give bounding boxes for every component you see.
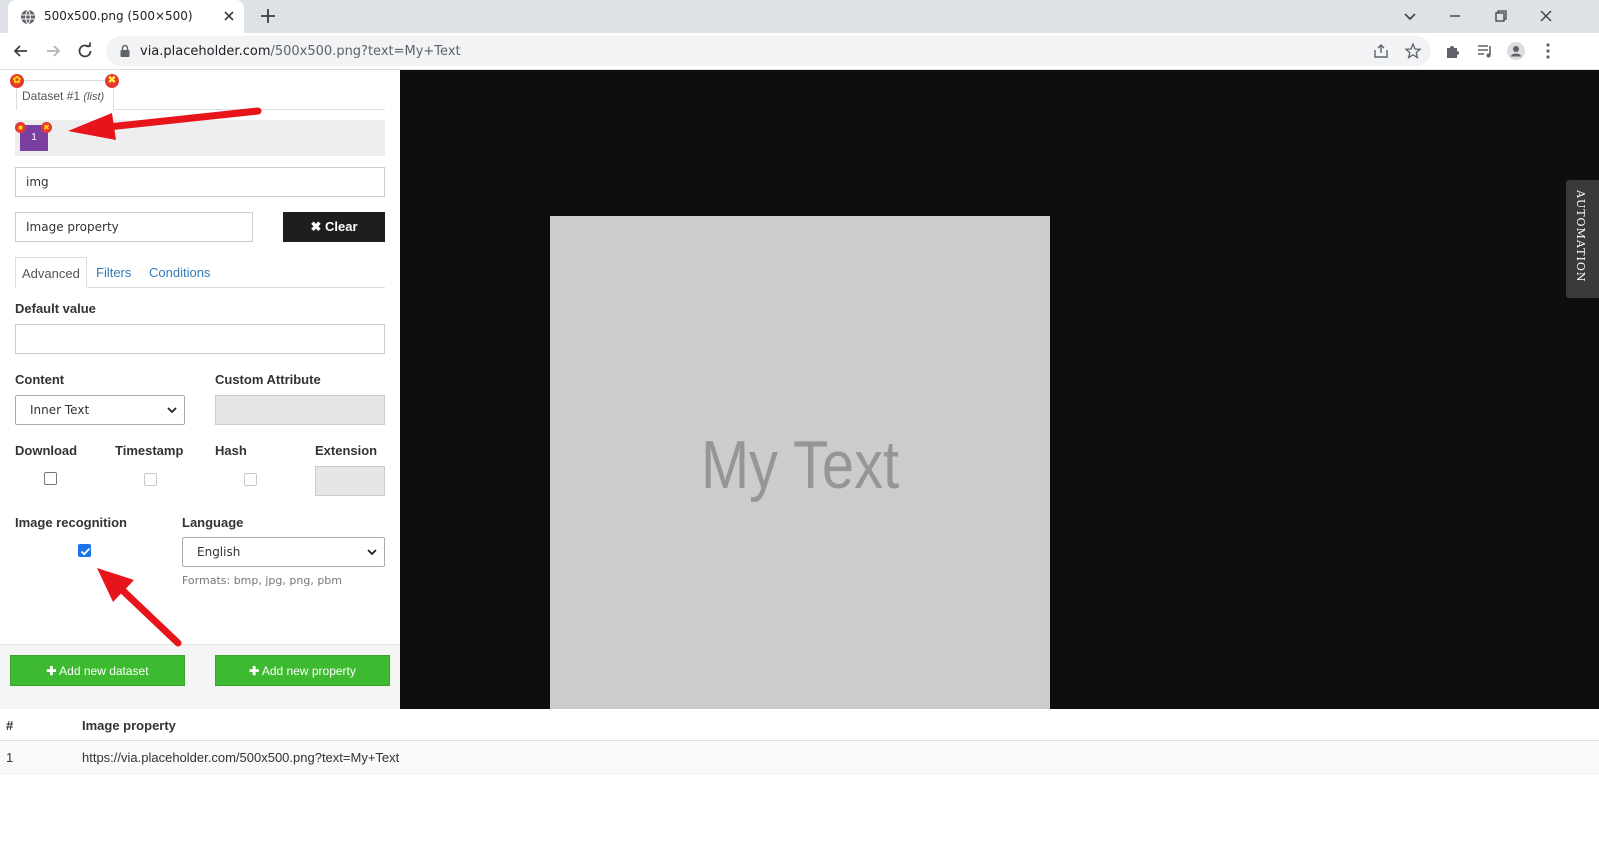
globe-icon bbox=[21, 9, 35, 25]
row-image-url: https://via.placeholder.com/500x500.png?… bbox=[82, 750, 400, 765]
close-dataset-icon[interactable]: ✖ bbox=[105, 74, 119, 88]
default-value-input[interactable] bbox=[15, 324, 385, 354]
default-value-label: Default value bbox=[15, 301, 96, 316]
restore-icon[interactable] bbox=[1491, 6, 1511, 26]
clear-button-label: Clear bbox=[325, 219, 358, 234]
tab-title: 500x500.png (500×500) bbox=[44, 9, 193, 23]
back-arrow-icon[interactable] bbox=[11, 41, 31, 61]
image-viewer: My Text AUTOMATION bbox=[400, 70, 1599, 709]
property-name-input[interactable]: Image property bbox=[15, 212, 253, 242]
hash-checkbox bbox=[244, 473, 257, 486]
browser-toolbar: via.placeholder.com/500x500.png?text=My+… bbox=[0, 33, 1599, 70]
share-icon[interactable] bbox=[1372, 42, 1390, 60]
gear-icon[interactable]: ✿ bbox=[10, 74, 24, 88]
content-select[interactable]: Inner Text bbox=[15, 395, 185, 425]
content-select-value: Inner Text bbox=[30, 403, 90, 417]
chevron-down-icon bbox=[167, 407, 177, 414]
tab-filters[interactable]: Filters bbox=[90, 257, 137, 288]
scraper-panel: Dataset #1 (list) ✿ ✖ 1 ■ ✖ img Image pr… bbox=[0, 70, 400, 709]
table-row: 1 https://via.placeholder.com/500x500.pn… bbox=[0, 741, 1599, 774]
plus-icon: ✚ bbox=[46, 664, 57, 678]
content-label: Content bbox=[15, 372, 65, 387]
panel-footer: ✚ Add new dataset ✚ Add new property bbox=[0, 644, 400, 709]
row-index: 1 bbox=[6, 750, 14, 765]
dataset-tab-label: Dataset #1 bbox=[22, 89, 81, 103]
clear-button[interactable]: ✖ Clear bbox=[283, 212, 385, 242]
new-tab-plus-icon[interactable] bbox=[258, 6, 278, 26]
download-label: Download bbox=[15, 443, 78, 458]
language-label: Language bbox=[182, 515, 244, 530]
add-property-button[interactable]: ✚ Add new property bbox=[215, 655, 390, 686]
timestamp-checkbox bbox=[144, 473, 157, 486]
tab-advanced[interactable]: Advanced bbox=[15, 257, 87, 288]
custom-attribute-label: Custom Attribute bbox=[215, 372, 321, 387]
check-icon bbox=[80, 547, 91, 556]
add-dataset-button[interactable]: ✚ Add new dataset bbox=[10, 655, 185, 686]
property-subtabs: Advanced Filters Conditions bbox=[15, 257, 385, 288]
minimize-icon[interactable] bbox=[1445, 6, 1465, 26]
extensions-puzzle-icon[interactable] bbox=[1443, 41, 1463, 61]
results-table: # Image property 1 https://via.placehold… bbox=[0, 709, 1599, 774]
download-checkbox[interactable] bbox=[44, 472, 57, 485]
browser-tab[interactable]: 500x500.png (500×500) bbox=[8, 0, 244, 33]
profile-avatar-icon[interactable] bbox=[1506, 41, 1526, 61]
browser-tab-strip: 500x500.png (500×500) bbox=[0, 0, 1599, 33]
placeholder-image[interactable]: My Text bbox=[550, 216, 1050, 709]
selection-area: 1 ■ ✖ bbox=[15, 120, 385, 156]
close-icon[interactable] bbox=[220, 7, 238, 25]
language-select[interactable]: English bbox=[182, 537, 385, 567]
extension-input bbox=[315, 466, 385, 496]
image-recognition-checkbox[interactable] bbox=[78, 544, 91, 557]
dataset-tab-type: (list) bbox=[83, 91, 105, 103]
folder-icon[interactable]: ■ bbox=[15, 122, 26, 133]
dataset-tab[interactable]: Dataset #1 (list) bbox=[16, 80, 114, 110]
column-header-image-property: Image property bbox=[82, 718, 176, 733]
tab-conditions[interactable]: Conditions bbox=[143, 257, 216, 288]
plus-icon: ✚ bbox=[249, 664, 260, 678]
reload-icon[interactable] bbox=[75, 41, 95, 61]
tab-divider bbox=[114, 109, 385, 110]
more-menu-icon[interactable] bbox=[1538, 41, 1558, 61]
table-header: # Image property bbox=[0, 709, 1599, 741]
automation-side-tab[interactable]: AUTOMATION bbox=[1566, 180, 1599, 298]
remove-item-icon[interactable]: ✖ bbox=[41, 122, 52, 133]
window-close-icon[interactable] bbox=[1536, 6, 1556, 26]
add-dataset-label: Add new dataset bbox=[59, 664, 149, 678]
extension-label: Extension bbox=[315, 443, 378, 458]
image-text: My Text bbox=[700, 427, 900, 503]
formats-help-text: Formats: bmp, jpg, png, pbm bbox=[182, 574, 342, 587]
chevron-down-icon[interactable] bbox=[1400, 6, 1420, 26]
forward-arrow-icon[interactable] bbox=[43, 41, 63, 61]
star-bookmark-icon[interactable] bbox=[1404, 42, 1422, 60]
url-text: via.placeholder.com/500x500.png?text=My+… bbox=[140, 44, 461, 59]
hash-label: Hash bbox=[215, 443, 247, 458]
lock-icon[interactable] bbox=[118, 44, 132, 58]
chevron-down-icon bbox=[367, 549, 377, 556]
address-bar[interactable]: via.placeholder.com/500x500.png?text=My+… bbox=[106, 36, 1431, 66]
clear-x-icon: ✖ bbox=[310, 219, 322, 234]
timestamp-label: Timestamp bbox=[115, 443, 184, 458]
add-property-label: Add new property bbox=[261, 664, 356, 678]
selector-input[interactable]: img bbox=[15, 167, 385, 197]
automation-label: AUTOMATION bbox=[1574, 190, 1587, 283]
media-playlist-icon[interactable] bbox=[1475, 41, 1495, 61]
column-header-index: # bbox=[6, 718, 14, 733]
language-select-value: English bbox=[197, 545, 241, 559]
custom-attribute-input bbox=[215, 395, 385, 425]
image-recognition-label: Image recognition bbox=[15, 515, 127, 530]
